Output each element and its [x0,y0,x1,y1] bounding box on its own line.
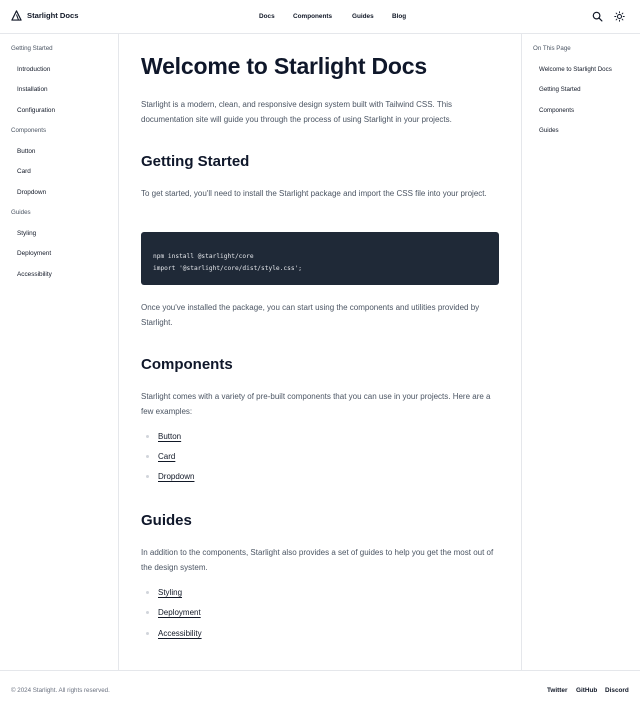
sidebar-item-dropdown[interactable]: Dropdown [17,189,46,196]
top-header: Starlight Docs Docs Components Guides Bl… [0,0,640,34]
footer: © 2024 Starlight. All rights reserved. T… [0,670,640,710]
sidebar-item-styling[interactable]: Styling [17,230,36,237]
toc-item-components[interactable]: Components [539,107,574,114]
link-card[interactable]: Card [158,452,175,461]
footer-link-github[interactable]: GitHub [576,687,597,694]
list-item: Button [146,432,181,441]
link-dropdown[interactable]: Dropdown [158,472,194,481]
list-item: Deployment [146,608,201,617]
sidebar-item-installation[interactable]: Installation [17,86,48,93]
sidebar-item-button[interactable]: Button [17,148,35,155]
link-deployment[interactable]: Deployment [158,608,201,617]
heading-getting-started: Getting Started [141,153,250,170]
heading-guides: Guides [141,512,192,529]
footer-link-twitter[interactable]: Twitter [547,687,567,694]
toc-item-welcome[interactable]: Welcome to Starlight Docs [539,66,612,73]
bullet-icon [146,435,149,438]
search-icon[interactable] [592,11,603,22]
bullet-icon [146,475,149,478]
sidebar-group-components: Components [11,127,47,134]
table-of-contents: On This Page Welcome to Starlight Docs G… [521,34,640,670]
list-item: Styling [146,588,182,597]
sidebar: Getting Started Introduction Installatio… [0,34,119,670]
nav-components[interactable]: Components [293,13,332,20]
sidebar-group-getting-started: Getting Started [11,45,53,52]
list-item: Card [146,452,175,461]
bullet-icon [146,455,149,458]
copyright-text: © 2024 Starlight. All rights reserved. [11,687,110,694]
list-item: Dropdown [146,472,194,481]
code-line: npm install @starlight/core [153,253,254,260]
after-install-paragraph: Once you've installed the package, you c… [141,303,480,327]
bullet-icon [146,591,149,594]
link-button[interactable]: Button [158,432,181,441]
list-item: Accessibility [146,629,202,638]
sidebar-item-accessibility[interactable]: Accessibility [17,271,52,278]
nav-guides[interactable]: Guides [352,13,374,20]
toc-item-guides[interactable]: Guides [539,127,559,134]
link-accessibility[interactable]: Accessibility [158,629,202,638]
components-paragraph: Starlight comes with a variety of pre-bu… [141,392,491,416]
code-line: import '@starlight/core/dist/style.css'; [153,265,303,272]
sun-icon[interactable] [614,11,625,22]
sidebar-item-card[interactable]: Card [17,168,31,175]
sidebar-item-introduction[interactable]: Introduction [17,66,50,73]
sidebar-group-guides: Guides [11,209,31,216]
bullet-icon [146,632,149,635]
top-nav: Docs Components Guides Blog [0,13,640,23]
sidebar-item-configuration[interactable]: Configuration [17,107,55,114]
page-title: Welcome to Starlight Docs [141,53,427,79]
link-styling[interactable]: Styling [158,588,182,597]
toc-item-getting-started[interactable]: Getting Started [539,86,581,93]
nav-docs[interactable]: Docs [259,13,275,20]
bullet-icon [146,611,149,614]
toc-title: On This Page [533,45,571,52]
sidebar-item-deployment[interactable]: Deployment [17,250,51,257]
heading-components: Components [141,356,233,373]
guides-paragraph: In addition to the components, Starlight… [141,548,494,572]
intro-paragraph: Starlight is a modern, clean, and respon… [141,100,452,124]
nav-blog[interactable]: Blog [392,13,406,20]
getting-started-paragraph: To get started, you'll need to install t… [141,189,487,198]
code-block[interactable]: npm install @starlight/core import '@sta… [141,232,499,285]
footer-link-discord[interactable]: Discord [605,687,629,694]
